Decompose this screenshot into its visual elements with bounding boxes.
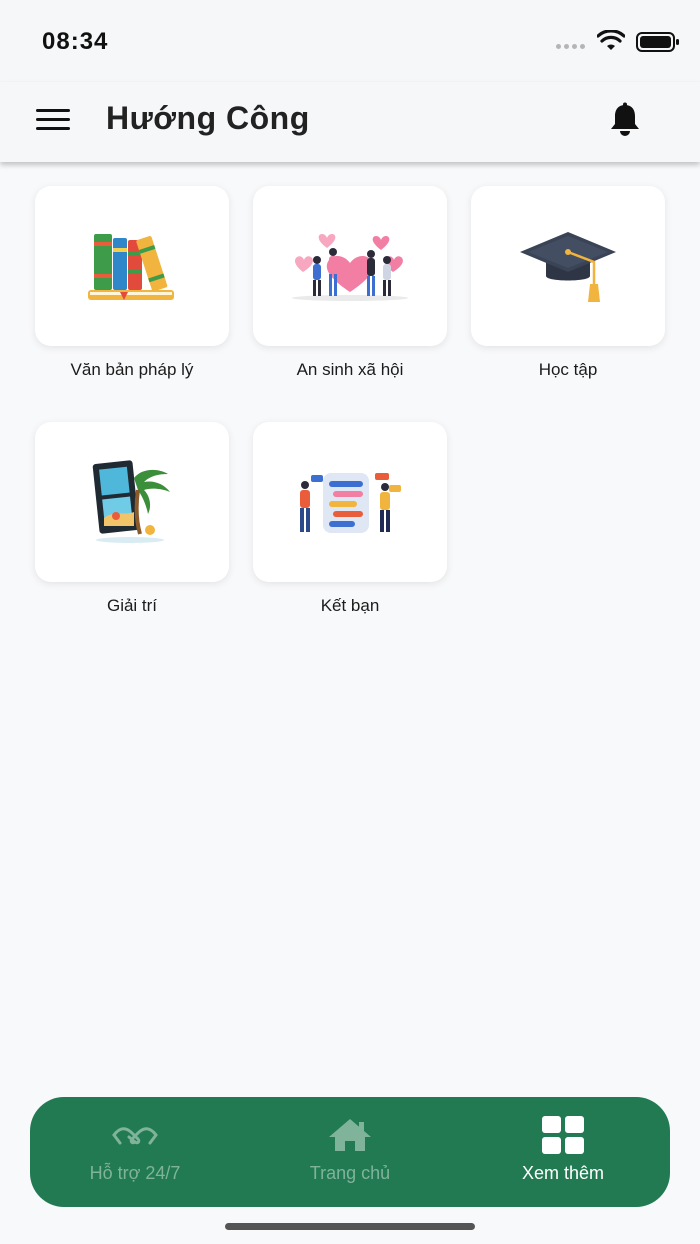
chat-friends-icon — [300, 473, 401, 533]
tile-card[interactable] — [253, 422, 447, 582]
nav-item-xem-them[interactable]: Xem thêm — [463, 1097, 663, 1207]
graduation-cap-icon — [520, 232, 616, 302]
nav-label: Xem thêm — [521, 1163, 605, 1183]
tile-label: Văn bản pháp lý — [70, 360, 194, 379]
film-beach-icon — [92, 460, 170, 543]
people-hearts-icon — [292, 233, 408, 301]
status-time: 08:34 — [42, 28, 109, 55]
hamburger-menu-icon[interactable] — [36, 109, 70, 133]
tile-giai-tri[interactable]: Giải trí — [35, 422, 229, 616]
page-title: Hướng Công — [106, 100, 310, 136]
status-bar: 08:34 — [0, 0, 700, 82]
tile-label: Kết bạn — [320, 596, 380, 615]
handshake-icon — [112, 1115, 158, 1155]
home-indicator — [225, 1223, 475, 1230]
tile-label: An sinh xã hội — [296, 360, 404, 379]
nav-item-ho-tro[interactable]: Hỗ trợ 24/7 — [35, 1097, 235, 1207]
tile-an-sinh-xa-hoi[interactable]: An sinh xã hội — [253, 186, 447, 380]
bottom-navigation: Hỗ trợ 24/7 Trang chủ Xem thêm — [30, 1097, 670, 1207]
home-icon — [327, 1115, 373, 1155]
nav-label: Trang chủ — [309, 1163, 391, 1183]
cellular-signal-icon — [556, 44, 585, 49]
tile-ket-ban[interactable]: Kết bạn — [253, 422, 447, 616]
wifi-icon — [597, 30, 625, 50]
tile-card[interactable] — [35, 186, 229, 346]
books-icon — [88, 234, 174, 300]
tile-hoc-tap[interactable]: Học tập — [471, 186, 665, 380]
tile-label: Học tập — [538, 360, 598, 379]
grid-icon — [540, 1115, 586, 1155]
nav-item-trang-chu[interactable]: Trang chủ — [250, 1097, 450, 1207]
bell-icon[interactable] — [609, 102, 641, 138]
tile-card[interactable] — [253, 186, 447, 346]
tile-card[interactable] — [471, 186, 665, 346]
tile-label: Giải trí — [106, 596, 158, 615]
tile-van-ban-phap-ly[interactable]: Văn bản pháp lý — [35, 186, 229, 380]
battery-icon — [636, 32, 679, 52]
app-header: Hướng Công — [0, 82, 700, 162]
tile-card[interactable] — [35, 422, 229, 582]
nav-label: Hỗ trợ 24/7 — [89, 1163, 181, 1183]
